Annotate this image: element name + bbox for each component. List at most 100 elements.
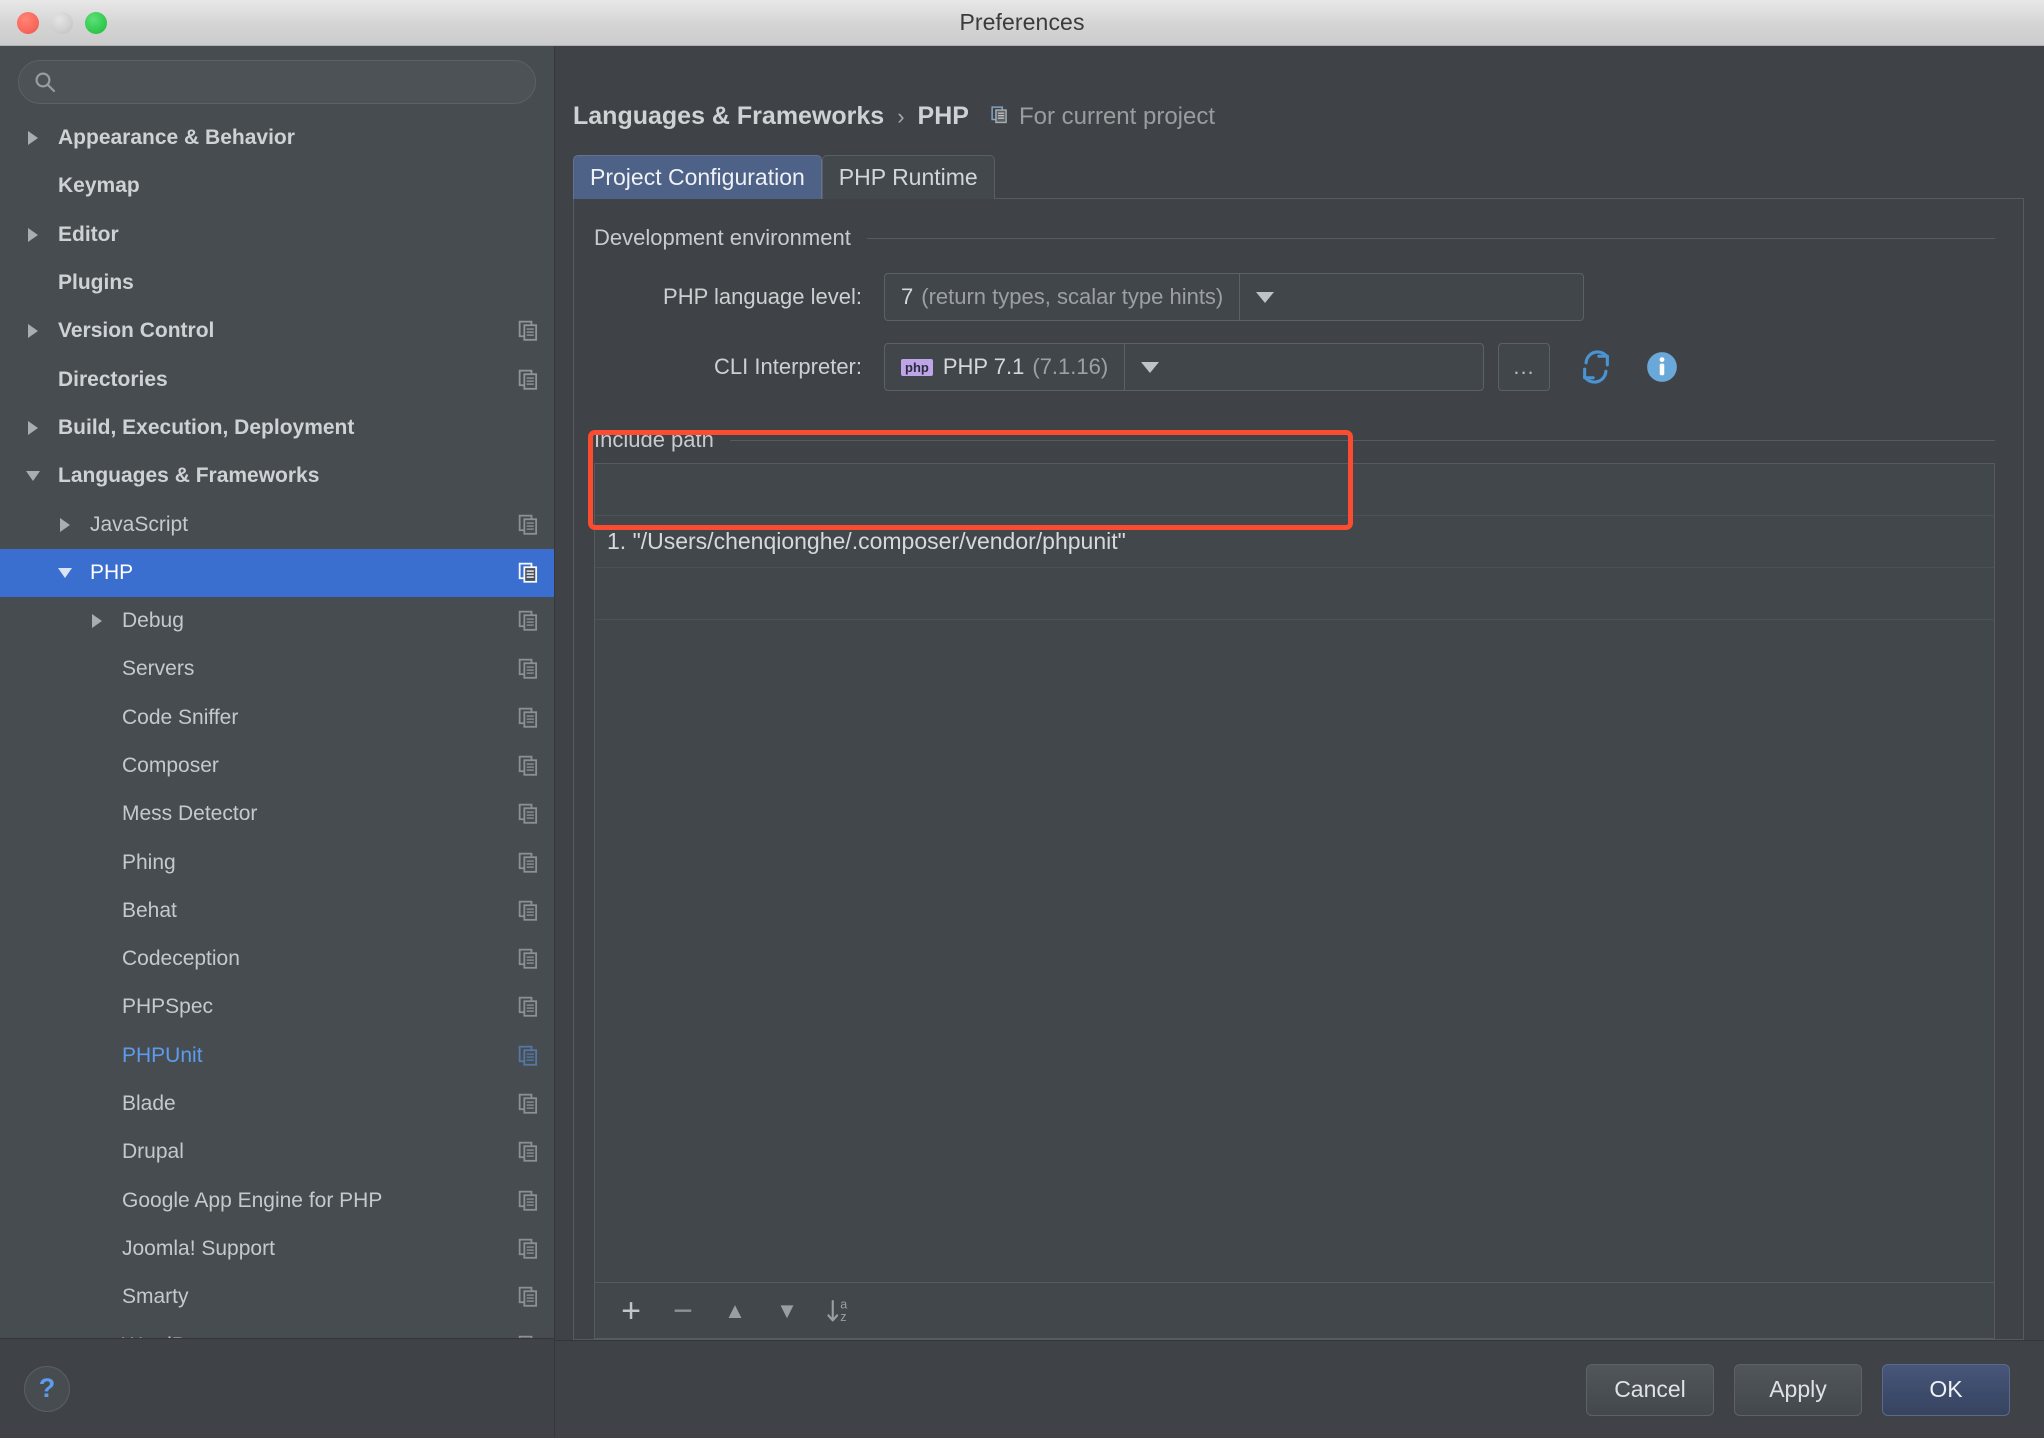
sidebar-item-debug[interactable]: Debug bbox=[0, 597, 554, 645]
remove-button[interactable]: − bbox=[657, 1289, 709, 1333]
sidebar-item-label: Directories bbox=[58, 367, 168, 391]
settings-tabs[interactable]: Project Configuration PHP Runtime bbox=[555, 155, 2044, 199]
copy-settings-icon[interactable] bbox=[518, 369, 540, 391]
include-path-empty-row[interactable] bbox=[595, 464, 1994, 516]
chevron-down-icon[interactable] bbox=[22, 465, 44, 487]
sidebar-item-languages-frameworks[interactable]: Languages & Frameworks bbox=[0, 452, 554, 500]
tab-label: PHP Runtime bbox=[838, 164, 978, 190]
copy-settings-icon[interactable] bbox=[518, 707, 540, 729]
sidebar-item-php[interactable]: PHP bbox=[0, 548, 554, 597]
tab-project-configuration[interactable]: Project Configuration bbox=[573, 155, 822, 199]
move-up-button[interactable]: ▲ bbox=[709, 1289, 761, 1333]
apply-button[interactable]: Apply bbox=[1734, 1363, 1862, 1416]
chevron-right-icon[interactable] bbox=[54, 514, 76, 536]
sidebar-item-appearance-behavior[interactable]: Appearance & Behavior bbox=[0, 114, 554, 162]
copy-settings-icon[interactable] bbox=[518, 658, 540, 680]
sidebar-item-smarty[interactable]: Smarty bbox=[0, 1273, 554, 1321]
sidebar-item-plugins[interactable]: Plugins bbox=[0, 259, 554, 307]
sidebar-item-keymap[interactable]: Keymap bbox=[0, 162, 554, 210]
settings-tree[interactable]: Appearance & Behavior Keymap Editor Plugins… bbox=[0, 114, 554, 1338]
sidebar-item-servers[interactable]: Servers bbox=[0, 645, 554, 693]
chevron-down-icon[interactable] bbox=[1124, 344, 1174, 390]
breadcrumb-parent[interactable]: Languages & Frameworks bbox=[573, 102, 884, 131]
chevron-right-icon[interactable] bbox=[22, 127, 44, 149]
help-button[interactable]: ? bbox=[24, 1365, 70, 1412]
search-container bbox=[0, 46, 554, 114]
sidebar-item-mess-detector[interactable]: Mess Detector bbox=[0, 790, 554, 838]
browse-interpreters-button[interactable]: ... bbox=[1498, 343, 1550, 391]
sidebar-item-codeception[interactable]: Codeception bbox=[0, 935, 554, 983]
copy-settings-icon[interactable] bbox=[518, 1335, 540, 1338]
search-input[interactable] bbox=[57, 71, 521, 93]
arrow-up-icon: ▲ bbox=[724, 1297, 746, 1323]
group-divider bbox=[866, 237, 1995, 239]
sidebar-item-label: Blade bbox=[122, 1092, 176, 1116]
chevron-right-icon[interactable] bbox=[22, 224, 44, 246]
sidebar-item-google-app-engine-for-php[interactable]: Google App Engine for PHP bbox=[0, 1177, 554, 1225]
ok-button[interactable]: OK bbox=[1882, 1363, 2010, 1416]
copy-settings-icon[interactable] bbox=[518, 562, 540, 584]
sidebar-item-label: Appearance & Behavior bbox=[58, 126, 295, 150]
sidebar-item-code-sniffer[interactable]: Code Sniffer bbox=[0, 694, 554, 742]
chevron-down-icon[interactable] bbox=[1239, 274, 1289, 320]
cancel-button[interactable]: Cancel bbox=[1586, 1363, 1714, 1416]
sidebar-item-label: PHPSpec bbox=[122, 995, 214, 1019]
copy-settings-icon[interactable] bbox=[518, 1238, 540, 1260]
move-down-button[interactable]: ▼ bbox=[761, 1289, 813, 1333]
copy-settings-icon[interactable] bbox=[518, 610, 540, 632]
sidebar-item-phing[interactable]: Phing bbox=[0, 838, 554, 886]
sidebar-item-build-execution-deployment[interactable]: Build, Execution, Deployment bbox=[0, 404, 554, 452]
copy-settings-icon[interactable] bbox=[518, 948, 540, 970]
sort-az-button[interactable]: az bbox=[813, 1289, 865, 1333]
add-button[interactable]: + bbox=[605, 1289, 657, 1333]
sidebar-item-composer[interactable]: Composer bbox=[0, 742, 554, 790]
include-path-rows[interactable]: 1. "/Users/chenqionghe/.composer/vendor/… bbox=[595, 464, 1994, 1282]
copy-settings-icon[interactable] bbox=[518, 1093, 540, 1115]
copy-settings-icon[interactable] bbox=[518, 1045, 540, 1067]
copy-settings-icon[interactable] bbox=[518, 320, 540, 342]
copy-settings-icon[interactable] bbox=[518, 1141, 540, 1163]
breadcrumb-scope-label: For current project bbox=[1018, 103, 1216, 130]
php-language-level-select[interactable]: 7 (return types, scalar type hints) bbox=[884, 273, 1584, 321]
php-language-level-label: PHP language level: bbox=[663, 284, 862, 309]
sidebar-item-behat[interactable]: Behat bbox=[0, 887, 554, 935]
chevron-right-icon[interactable] bbox=[86, 610, 108, 632]
copy-settings-icon[interactable] bbox=[518, 755, 540, 777]
settings-sidebar: Appearance & Behavior Keymap Editor Plugins… bbox=[0, 46, 555, 1438]
php-logo-icon: php bbox=[901, 358, 933, 376]
copy-settings-icon[interactable] bbox=[518, 852, 540, 874]
sidebar-item-wordpress[interactable]: WordPress bbox=[0, 1321, 554, 1338]
copy-settings-icon[interactable] bbox=[518, 900, 540, 922]
sidebar-item-version-control[interactable]: Version Control bbox=[0, 307, 554, 355]
copy-settings-icon[interactable] bbox=[518, 1190, 540, 1212]
include-path-title: Include path bbox=[594, 427, 714, 452]
sidebar-item-joomla-support[interactable]: Joomla! Support bbox=[0, 1225, 554, 1273]
sidebar-item-phpunit[interactable]: PHPUnit bbox=[0, 1032, 554, 1080]
sidebar-item-label: Smarty bbox=[122, 1285, 189, 1309]
chevron-down-icon[interactable] bbox=[54, 562, 76, 584]
sidebar-item-blade[interactable]: Blade bbox=[0, 1080, 554, 1128]
sidebar-item-label: Servers bbox=[122, 657, 195, 681]
copy-settings-icon[interactable] bbox=[518, 514, 540, 536]
sidebar-item-phpspec[interactable]: PHPSpec bbox=[0, 983, 554, 1031]
sidebar-item-editor[interactable]: Editor bbox=[0, 211, 554, 259]
chevron-right-icon[interactable] bbox=[22, 417, 44, 439]
sidebar-item-javascript[interactable]: JavaScript bbox=[0, 500, 554, 548]
sidebar-item-directories[interactable]: Directories bbox=[0, 355, 554, 403]
cli-interpreter-select[interactable]: php PHP 7.1 (7.1.16) bbox=[884, 343, 1484, 391]
copy-settings-icon[interactable] bbox=[518, 803, 540, 825]
search-box[interactable] bbox=[18, 60, 536, 104]
sidebar-item-label: WordPress bbox=[122, 1334, 518, 1338]
copy-settings-icon[interactable] bbox=[518, 1286, 540, 1308]
info-icon[interactable] bbox=[1642, 347, 1682, 387]
copy-settings-icon[interactable] bbox=[518, 996, 540, 1018]
breadcrumb: Languages & Frameworks › PHP For current… bbox=[555, 46, 2044, 131]
settings-main-panel: Languages & Frameworks › PHP For current… bbox=[555, 46, 2044, 1438]
refresh-icon[interactable] bbox=[1576, 347, 1616, 387]
sidebar-item-drupal[interactable]: Drupal bbox=[0, 1128, 554, 1176]
include-path-empty-row[interactable] bbox=[595, 568, 1994, 620]
tab-php-runtime[interactable]: PHP Runtime bbox=[821, 155, 995, 199]
chevron-right-icon[interactable] bbox=[22, 320, 44, 342]
include-path-row[interactable]: 1. "/Users/chenqionghe/.composer/vendor/… bbox=[595, 516, 1994, 568]
